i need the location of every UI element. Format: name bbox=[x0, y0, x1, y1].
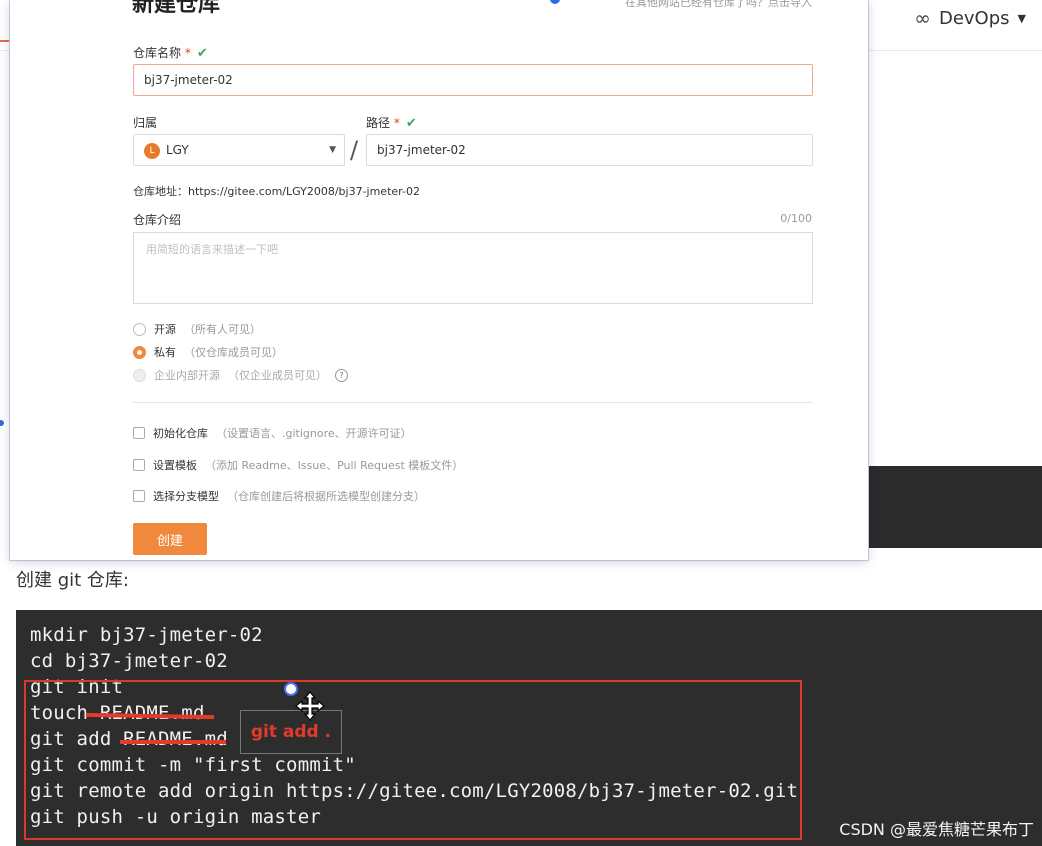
visibility-option-private[interactable]: 私有 （仅仓库成员可见） bbox=[133, 344, 283, 360]
watermark: CSDN @最爱焦糖芒果布丁 bbox=[839, 820, 1034, 839]
path-input[interactable]: bj37-jmeter-02 bbox=[366, 134, 813, 166]
option-set-template[interactable]: 设置模板 （添加 Readme、Issue、Pull Request 模板文件） bbox=[133, 457, 463, 473]
option-init-repo[interactable]: 初始化仓库 （设置语言、.gitignore、开源许可证） bbox=[133, 425, 412, 441]
repo-address: 仓库地址：https://gitee.com/LGY2008/bj37-jmet… bbox=[133, 185, 420, 198]
path-separator: / bbox=[350, 136, 359, 164]
devops-menu[interactable]: ∞ DevOps ▼ bbox=[914, 6, 1026, 30]
option-label: 私有 bbox=[154, 346, 176, 359]
help-icon[interactable]: ? bbox=[335, 368, 348, 382]
devops-label: DevOps bbox=[938, 7, 1010, 29]
new-repo-dialog: 新建仓库 在其他网站已经有仓库了吗？点击导入 仓库名称 * ✔ bj37-jmet… bbox=[0, 0, 868, 560]
option-note: （仅企业成员可见） bbox=[228, 369, 327, 382]
chevron-down-icon: ▼ bbox=[329, 145, 336, 155]
repo-name-label-text: 仓库名称 bbox=[133, 46, 182, 60]
required-mark: * bbox=[181, 46, 191, 60]
option-note: （仓库创建后将根据所选模型创建分支） bbox=[227, 490, 425, 503]
owner-select[interactable]: L LGY ▼ bbox=[133, 134, 345, 166]
owner-value: LGY bbox=[166, 143, 189, 157]
option-note: （设置语言、.gitignore、开源许可证） bbox=[216, 427, 412, 440]
annotation-textbox[interactable]: git add . bbox=[240, 710, 342, 754]
caret-down-icon: ▼ bbox=[1017, 11, 1026, 25]
path-label-text: 路径 bbox=[366, 116, 391, 130]
annotation-highlight-box bbox=[24, 680, 802, 840]
checkbox[interactable] bbox=[133, 427, 145, 439]
code-line: cd bj37-jmeter-02 bbox=[30, 650, 228, 672]
intro-textarea[interactable]: 用简短的语言来描述一下吧 bbox=[133, 232, 813, 304]
option-branch-model[interactable]: 选择分支模型 （仓库创建后将根据所选模型创建分支） bbox=[133, 488, 425, 504]
resize-handle[interactable] bbox=[550, 0, 560, 4]
option-label: 初始化仓库 bbox=[153, 427, 208, 440]
option-note: （仅仓库成员可见） bbox=[184, 346, 283, 359]
check-icon: ✔ bbox=[196, 46, 208, 61]
option-note: （所有人可见） bbox=[184, 323, 261, 336]
owner-label: 归属 bbox=[133, 116, 158, 130]
visibility-option-public[interactable]: 开源 （所有人可见） bbox=[133, 321, 261, 337]
option-label: 开源 bbox=[154, 323, 176, 336]
option-label: 选择分支模型 bbox=[153, 490, 219, 503]
import-hint-link[interactable]: 在其他网站已经有仓库了吗？点击导入 bbox=[625, 0, 812, 10]
required-mark: * bbox=[390, 116, 400, 130]
check-icon: ✔ bbox=[405, 116, 417, 131]
option-label: 企业内部开源 bbox=[154, 369, 220, 382]
dialog-title: 新建仓库 bbox=[132, 0, 221, 17]
visibility-option-enterprise: 企业内部开源 （仅企业成员可见） ? bbox=[133, 367, 348, 383]
repo-name-label: 仓库名称 * ✔ bbox=[133, 44, 208, 61]
code-line: mkdir bj37-jmeter-02 bbox=[30, 624, 263, 646]
move-cursor-icon bbox=[295, 691, 325, 721]
code-block: mkdir bj37-jmeter-02 cd bj37-jmeter-02 g… bbox=[16, 610, 1042, 846]
divider bbox=[133, 402, 813, 403]
intro-counter: 0/100 bbox=[780, 212, 812, 225]
checkbox[interactable] bbox=[133, 490, 145, 502]
intro-label: 仓库介绍 bbox=[133, 213, 182, 227]
repo-name-input[interactable]: bj37-jmeter-02 bbox=[133, 64, 813, 96]
create-button[interactable]: 创建 bbox=[133, 523, 207, 555]
section-title: 创建 git 仓库: bbox=[16, 570, 129, 591]
radio-button-disabled bbox=[133, 368, 146, 382]
background-dark-band bbox=[868, 466, 1042, 548]
owner-avatar: L bbox=[144, 142, 160, 159]
strikethrough-mark bbox=[120, 740, 226, 744]
path-label: 路径 * ✔ bbox=[366, 114, 417, 131]
option-label: 设置模板 bbox=[153, 459, 197, 472]
checkbox[interactable] bbox=[133, 459, 145, 471]
resize-handle[interactable] bbox=[0, 420, 4, 426]
radio-button-selected[interactable] bbox=[133, 345, 146, 359]
radio-button[interactable] bbox=[133, 322, 146, 336]
option-note: （添加 Readme、Issue、Pull Request 模板文件） bbox=[205, 459, 464, 472]
infinity-icon: ∞ bbox=[914, 6, 931, 30]
